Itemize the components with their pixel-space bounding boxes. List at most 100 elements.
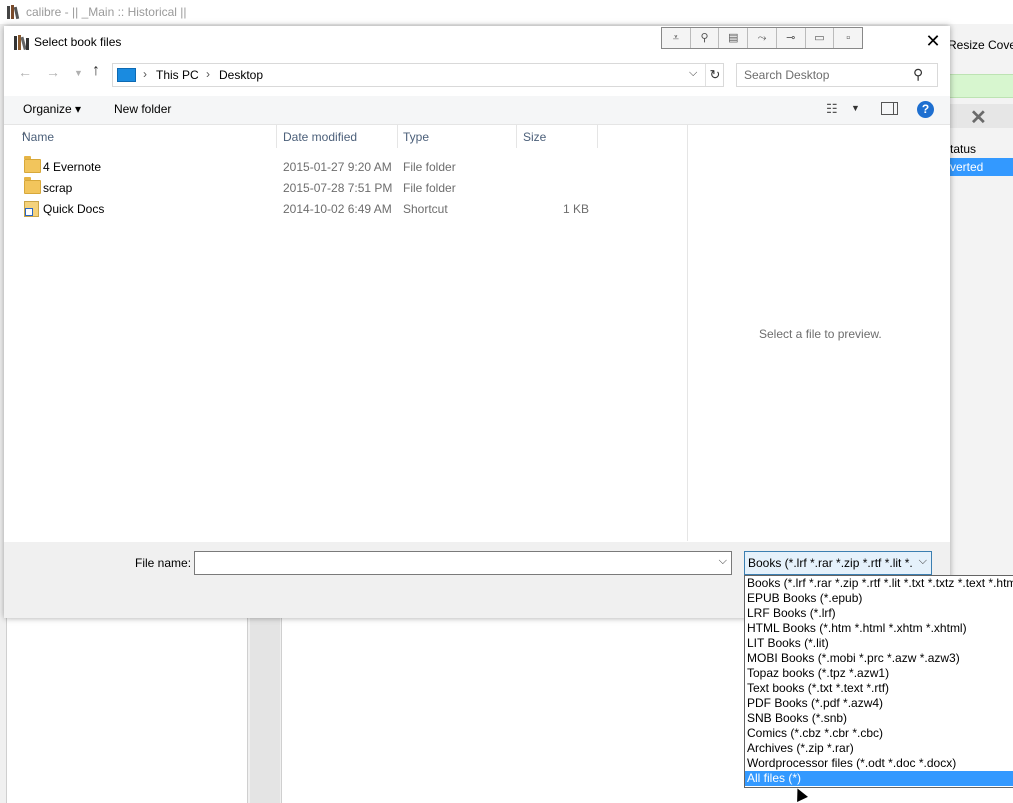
- x-icon: ✕: [970, 107, 987, 129]
- chevron-right-icon[interactable]: ›: [206, 67, 210, 81]
- option-label: LIT Books (*.lit): [747, 636, 829, 650]
- organize-button[interactable]: Organize ▾: [23, 102, 81, 116]
- file-size: 1 KB: [562, 202, 589, 216]
- minimize-icon[interactable]: ▭: [806, 28, 835, 48]
- option-label: LRF Books (*.lrf): [747, 606, 836, 620]
- refresh-icon[interactable]: ↻: [705, 64, 724, 86]
- option-label: MOBI Books (*.mobi *.prc *.azw *.azw3): [747, 651, 960, 665]
- address-bar[interactable]: › This PC › Desktop ⌵ ↻: [112, 63, 724, 87]
- file-date: 2014-10-02 6:49 AM: [283, 202, 392, 216]
- preview-pane-icon[interactable]: [881, 102, 898, 115]
- file-type-dropdown-list: Books (*.lrf *.rar *.zip *.rtf *.lit *.t…: [744, 575, 1013, 788]
- search-placeholder: Search Desktop: [744, 68, 830, 82]
- remove-button[interactable]: ✕: [950, 104, 1013, 129]
- file-type-option[interactable]: SNB Books (*.snb): [745, 711, 1013, 726]
- file-type-option[interactable]: MOBI Books (*.mobi *.prc *.azw *.azw3): [745, 651, 1013, 666]
- restore-icon[interactable]: ▫: [834, 28, 862, 48]
- window-icon[interactable]: ▤: [719, 28, 749, 48]
- file-type-option[interactable]: Topaz books (*.tpz *.azw1): [745, 666, 1013, 681]
- chevron-right-icon[interactable]: ›: [143, 67, 147, 81]
- folder-icon: [24, 156, 41, 173]
- file-type-selected: Books (*.lrf *.rar *.zip *.rtf *.lit *.: [748, 556, 912, 570]
- column-header-date[interactable]: Date modified: [277, 124, 398, 148]
- column-header-name[interactable]: ^ Name: [4, 124, 277, 148]
- file-type-option[interactable]: Archives (*.zip *.rar): [745, 741, 1013, 756]
- back-arrow-icon[interactable]: ←: [18, 64, 32, 80]
- file-type-option[interactable]: Wordprocessor files (*.odt *.doc *.docx): [745, 756, 1013, 771]
- option-label: PDF Books (*.pdf *.azw4): [747, 696, 884, 710]
- option-label: Comics (*.cbz *.cbr *.cbc): [747, 726, 884, 740]
- file-type-option[interactable]: LIT Books (*.lit): [745, 636, 1013, 651]
- file-name-label: File name:: [135, 556, 192, 570]
- file-type: Shortcut: [403, 202, 448, 216]
- preview-message: Select a file to preview.: [759, 327, 882, 341]
- search-icon[interactable]: ⚲: [913, 66, 923, 83]
- chevron-down-icon[interactable]: ⌵: [719, 555, 727, 568]
- pin-icon[interactable]: ⚲: [691, 28, 720, 48]
- file-type-select[interactable]: Books (*.lrf *.rar *.zip *.rtf *.lit *. …: [744, 551, 932, 575]
- option-label: Wordprocessor files (*.odt *.doc *.docx): [747, 756, 957, 770]
- file-row[interactable]: Quick Docs 2014-10-02 6:49 AM Shortcut 1…: [4, 198, 684, 219]
- folder-icon: [24, 177, 41, 194]
- search-input[interactable]: Search Desktop ⚲: [736, 63, 938, 87]
- calibre-window-title: calibre - || _Main :: Historical ||: [26, 5, 187, 19]
- file-type-option[interactable]: LRF Books (*.lrf): [745, 606, 1013, 621]
- option-label: SNB Books (*.snb): [747, 711, 848, 725]
- file-name: Quick Docs: [43, 202, 105, 216]
- up-arrow-icon[interactable]: ↑: [92, 62, 100, 80]
- file-row[interactable]: 4 Evernote 2015-01-27 9:20 AM File folde…: [4, 156, 684, 177]
- help-icon[interactable]: ?: [917, 101, 934, 118]
- file-type-option-highlighted[interactable]: All files (*): [745, 771, 1013, 786]
- file-name: scrap: [43, 181, 73, 195]
- calibre-title-bar: calibre - || _Main :: Historical ||: [0, 0, 1013, 24]
- organize-label: Organize: [23, 102, 72, 116]
- view-options-icon[interactable]: ☷: [826, 101, 838, 117]
- resize-cover-button[interactable]: Resize Cove: [948, 38, 1013, 52]
- option-label: HTML Books (*.htm *.html *.xhtm *.xhtml): [747, 621, 967, 635]
- select-book-files-dialog: Select book files ⩡ ⚲ ▤ ⤳ ⊸ ▭ ▫ ✕ ← → ▼ …: [4, 26, 950, 618]
- file-type-option[interactable]: EPUB Books (*.epub): [745, 591, 1013, 606]
- new-folder-button[interactable]: New folder: [114, 102, 171, 116]
- view-dropdown-icon[interactable]: ▼: [851, 103, 860, 113]
- column-header-size[interactable]: Size: [517, 124, 598, 148]
- file-name: 4 Evernote: [43, 160, 102, 174]
- calibre-splitter[interactable]: [250, 618, 280, 803]
- file-type: File folder: [403, 160, 456, 174]
- file-date: 2015-01-27 9:20 AM: [283, 160, 392, 174]
- file-type-option[interactable]: Text books (*.txt *.text *.rtf): [745, 681, 1013, 696]
- column-header-type[interactable]: Type: [398, 124, 517, 148]
- recent-locations-chevron-icon[interactable]: ▼: [74, 68, 83, 78]
- file-name-input[interactable]: ⌵: [194, 551, 732, 575]
- breadcrumb-this-pc[interactable]: This PC: [156, 68, 199, 82]
- file-type-option[interactable]: PDF Books (*.pdf *.azw4): [745, 696, 1013, 711]
- file-type-option[interactable]: HTML Books (*.htm *.html *.xhtm *.xhtml): [745, 621, 1013, 636]
- window-utility-toolbar: ⩡ ⚲ ▤ ⤳ ⊸ ▭ ▫: [661, 27, 863, 49]
- file-type-option[interactable]: Books (*.lrf *.rar *.zip *.rtf *.lit *.t…: [745, 576, 1013, 591]
- calibre-logo-icon: [7, 5, 20, 20]
- chevron-down-icon[interactable]: ⌵: [919, 555, 927, 568]
- status-column-header[interactable]: tatus: [950, 142, 976, 156]
- file-row[interactable]: scrap 2015-07-28 7:51 PM File folder: [4, 177, 684, 198]
- selected-job-row[interactable]: verted: [950, 158, 1013, 176]
- status-value: verted: [950, 160, 984, 174]
- link-icon[interactable]: ⤳: [748, 28, 777, 48]
- preview-divider[interactable]: [687, 124, 688, 541]
- forward-arrow-icon[interactable]: →: [46, 64, 60, 80]
- command-bar: Organize ▾ New folder ☷ ▼ ?: [4, 96, 950, 125]
- option-label: Text books (*.txt *.text *.rtf): [747, 681, 890, 695]
- plug-icon[interactable]: ⊸: [777, 28, 806, 48]
- this-pc-icon: [117, 68, 136, 82]
- column-date-label: Date modified: [283, 130, 358, 144]
- address-dropdown-icon[interactable]: ⌵: [689, 67, 697, 80]
- breadcrumb-desktop[interactable]: Desktop: [219, 68, 263, 82]
- collapse-icon[interactable]: ⩡: [662, 28, 691, 48]
- file-date: 2015-07-28 7:51 PM: [283, 181, 393, 195]
- column-size-label: Size: [523, 130, 547, 144]
- close-button[interactable]: ✕: [922, 30, 944, 52]
- option-label: All files (*): [747, 771, 802, 785]
- dialog-title: Select book files: [34, 35, 122, 49]
- option-label: Books (*.lrf *.rar *.zip *.rtf *.lit *.t…: [747, 576, 1013, 590]
- option-label: Topaz books (*.tpz *.azw1): [747, 666, 890, 680]
- file-type: File folder: [403, 181, 456, 195]
- file-type-option[interactable]: Comics (*.cbz *.cbr *.cbc): [745, 726, 1013, 741]
